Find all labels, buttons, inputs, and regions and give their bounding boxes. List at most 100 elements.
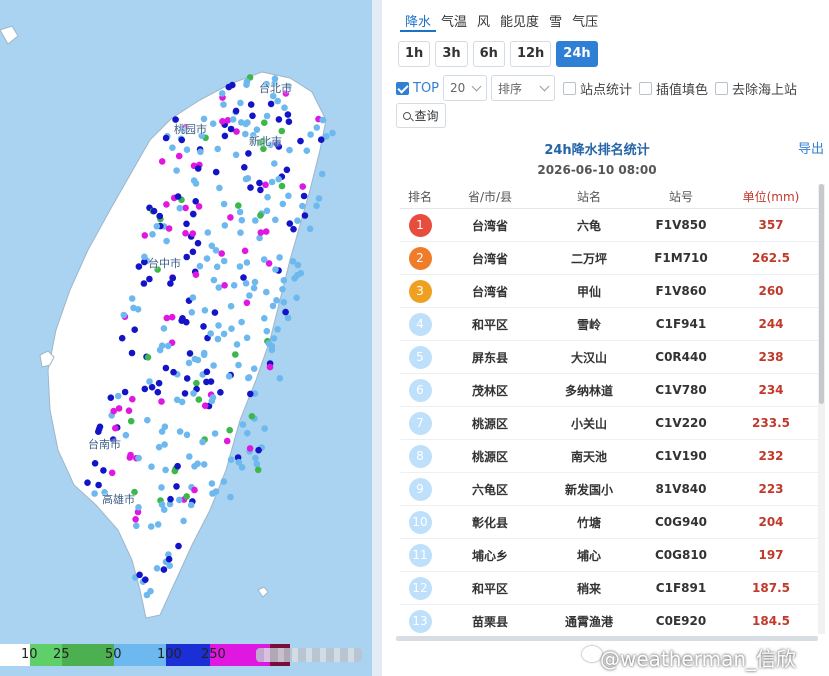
- station-dot[interactable]: [212, 488, 220, 495]
- station-dot[interactable]: [169, 144, 176, 151]
- station-dot[interactable]: [244, 175, 252, 182]
- station-dot[interactable]: [91, 460, 99, 467]
- station-dot[interactable]: [268, 346, 276, 354]
- table-row[interactable]: 8 桃源区 南天池 C1V190 232: [400, 440, 818, 473]
- period-1h-button[interactable]: 1h: [398, 41, 431, 67]
- station-dot[interactable]: [274, 97, 282, 105]
- station-dot[interactable]: [127, 451, 134, 459]
- table-row[interactable]: 10 彰化县 竹塘 C0G940 204: [400, 506, 818, 539]
- station-dot[interactable]: [178, 136, 186, 144]
- station-dot[interactable]: [247, 390, 254, 398]
- station-dot[interactable]: [225, 373, 233, 380]
- station-dot[interactable]: [214, 145, 221, 153]
- station-dot[interactable]: [300, 192, 308, 200]
- station-dot[interactable]: [261, 425, 269, 432]
- sort-select[interactable]: 排序: [491, 75, 556, 101]
- station-dot[interactable]: [176, 204, 184, 212]
- station-dot[interactable]: [211, 430, 219, 437]
- station-dot[interactable]: [146, 378, 153, 385]
- station-dot[interactable]: [238, 216, 246, 224]
- top-count-select[interactable]: 20: [443, 75, 488, 101]
- remove-sea-checkbox[interactable]: [715, 81, 729, 95]
- station-dot[interactable]: [175, 542, 182, 550]
- station-dot[interactable]: [232, 151, 240, 159]
- station-dot[interactable]: [183, 220, 190, 228]
- station-dot[interactable]: [282, 308, 289, 316]
- station-dot[interactable]: [303, 147, 311, 154]
- station-dot[interactable]: [235, 458, 243, 466]
- table-row[interactable]: 11 埔心乡 埔心 C0G810 197: [400, 539, 818, 572]
- station-dot[interactable]: [251, 278, 259, 286]
- station-dot[interactable]: [248, 413, 256, 420]
- station-dot[interactable]: [235, 361, 242, 369]
- station-dot[interactable]: [227, 456, 235, 464]
- station-dot[interactable]: [167, 280, 174, 287]
- station-dot[interactable]: [100, 467, 107, 474]
- station-dot[interactable]: [189, 210, 197, 218]
- station-dot[interactable]: [286, 220, 294, 227]
- station-dot[interactable]: [319, 116, 327, 124]
- station-dot[interactable]: [197, 148, 204, 156]
- station-dot[interactable]: [136, 571, 143, 579]
- station-dot[interactable]: [283, 166, 291, 174]
- station-dot[interactable]: [125, 407, 133, 415]
- station-dot[interactable]: [253, 126, 261, 133]
- station-dot[interactable]: [241, 247, 249, 255]
- station-dot[interactable]: [191, 355, 199, 363]
- station-dot[interactable]: [215, 284, 223, 291]
- station-dot[interactable]: [236, 263, 244, 270]
- station-dot[interactable]: [207, 378, 215, 385]
- station-dot[interactable]: [163, 237, 170, 245]
- station-dot[interactable]: [221, 132, 229, 140]
- station-dot[interactable]: [281, 104, 288, 111]
- station-dot[interactable]: [278, 182, 286, 190]
- station-dot[interactable]: [285, 118, 293, 125]
- station-dot[interactable]: [164, 342, 172, 350]
- station-dot[interactable]: [264, 193, 271, 201]
- tab-snow[interactable]: 雪: [544, 14, 567, 32]
- station-dot[interactable]: [254, 466, 262, 474]
- station-dot[interactable]: [217, 389, 224, 396]
- station-dot[interactable]: [220, 257, 228, 265]
- station-dot[interactable]: [204, 229, 212, 236]
- station-dot[interactable]: [280, 298, 288, 306]
- export-link[interactable]: 导出: [798, 138, 824, 157]
- period-12h-button[interactable]: 12h: [509, 41, 552, 67]
- station-dot[interactable]: [225, 83, 233, 91]
- station-dot[interactable]: [252, 217, 259, 224]
- station-dot[interactable]: [290, 225, 297, 233]
- station-dot[interactable]: [257, 186, 264, 194]
- station-dot[interactable]: [163, 314, 171, 322]
- station-dot[interactable]: [120, 311, 128, 319]
- station-dot[interactable]: [252, 454, 259, 462]
- station-dot[interactable]: [257, 212, 264, 219]
- station-dot[interactable]: [95, 481, 102, 489]
- station-dot[interactable]: [306, 225, 314, 233]
- station-dot[interactable]: [163, 201, 170, 208]
- station-stat-checkbox[interactable]: [563, 81, 577, 95]
- query-button[interactable]: 查询: [396, 103, 446, 128]
- station-dot[interactable]: [317, 136, 325, 143]
- station-dot[interactable]: [165, 555, 173, 563]
- station-dot[interactable]: [146, 275, 153, 283]
- station-dot[interactable]: [186, 453, 193, 460]
- station-dot[interactable]: [261, 119, 268, 126]
- station-dot[interactable]: [148, 463, 155, 471]
- station-dot[interactable]: [227, 493, 234, 501]
- station-dot[interactable]: [131, 326, 138, 334]
- station-dot[interactable]: [91, 490, 98, 497]
- station-dot[interactable]: [192, 271, 200, 279]
- station-dot[interactable]: [273, 297, 280, 304]
- station-dot[interactable]: [129, 395, 136, 403]
- station-dot[interactable]: [162, 134, 170, 142]
- map-canvas[interactable]: [0, 0, 372, 676]
- table-row[interactable]: 4 和平区 雪岭 C1F941 244: [400, 308, 818, 341]
- station-dot[interactable]: [297, 269, 305, 277]
- station-dot[interactable]: [223, 437, 231, 445]
- station-dot[interactable]: [176, 496, 183, 504]
- station-dot[interactable]: [162, 466, 169, 474]
- station-dot[interactable]: [291, 275, 298, 282]
- station-dot[interactable]: [253, 460, 261, 468]
- station-dot[interactable]: [220, 478, 228, 485]
- station-dot[interactable]: [256, 179, 263, 187]
